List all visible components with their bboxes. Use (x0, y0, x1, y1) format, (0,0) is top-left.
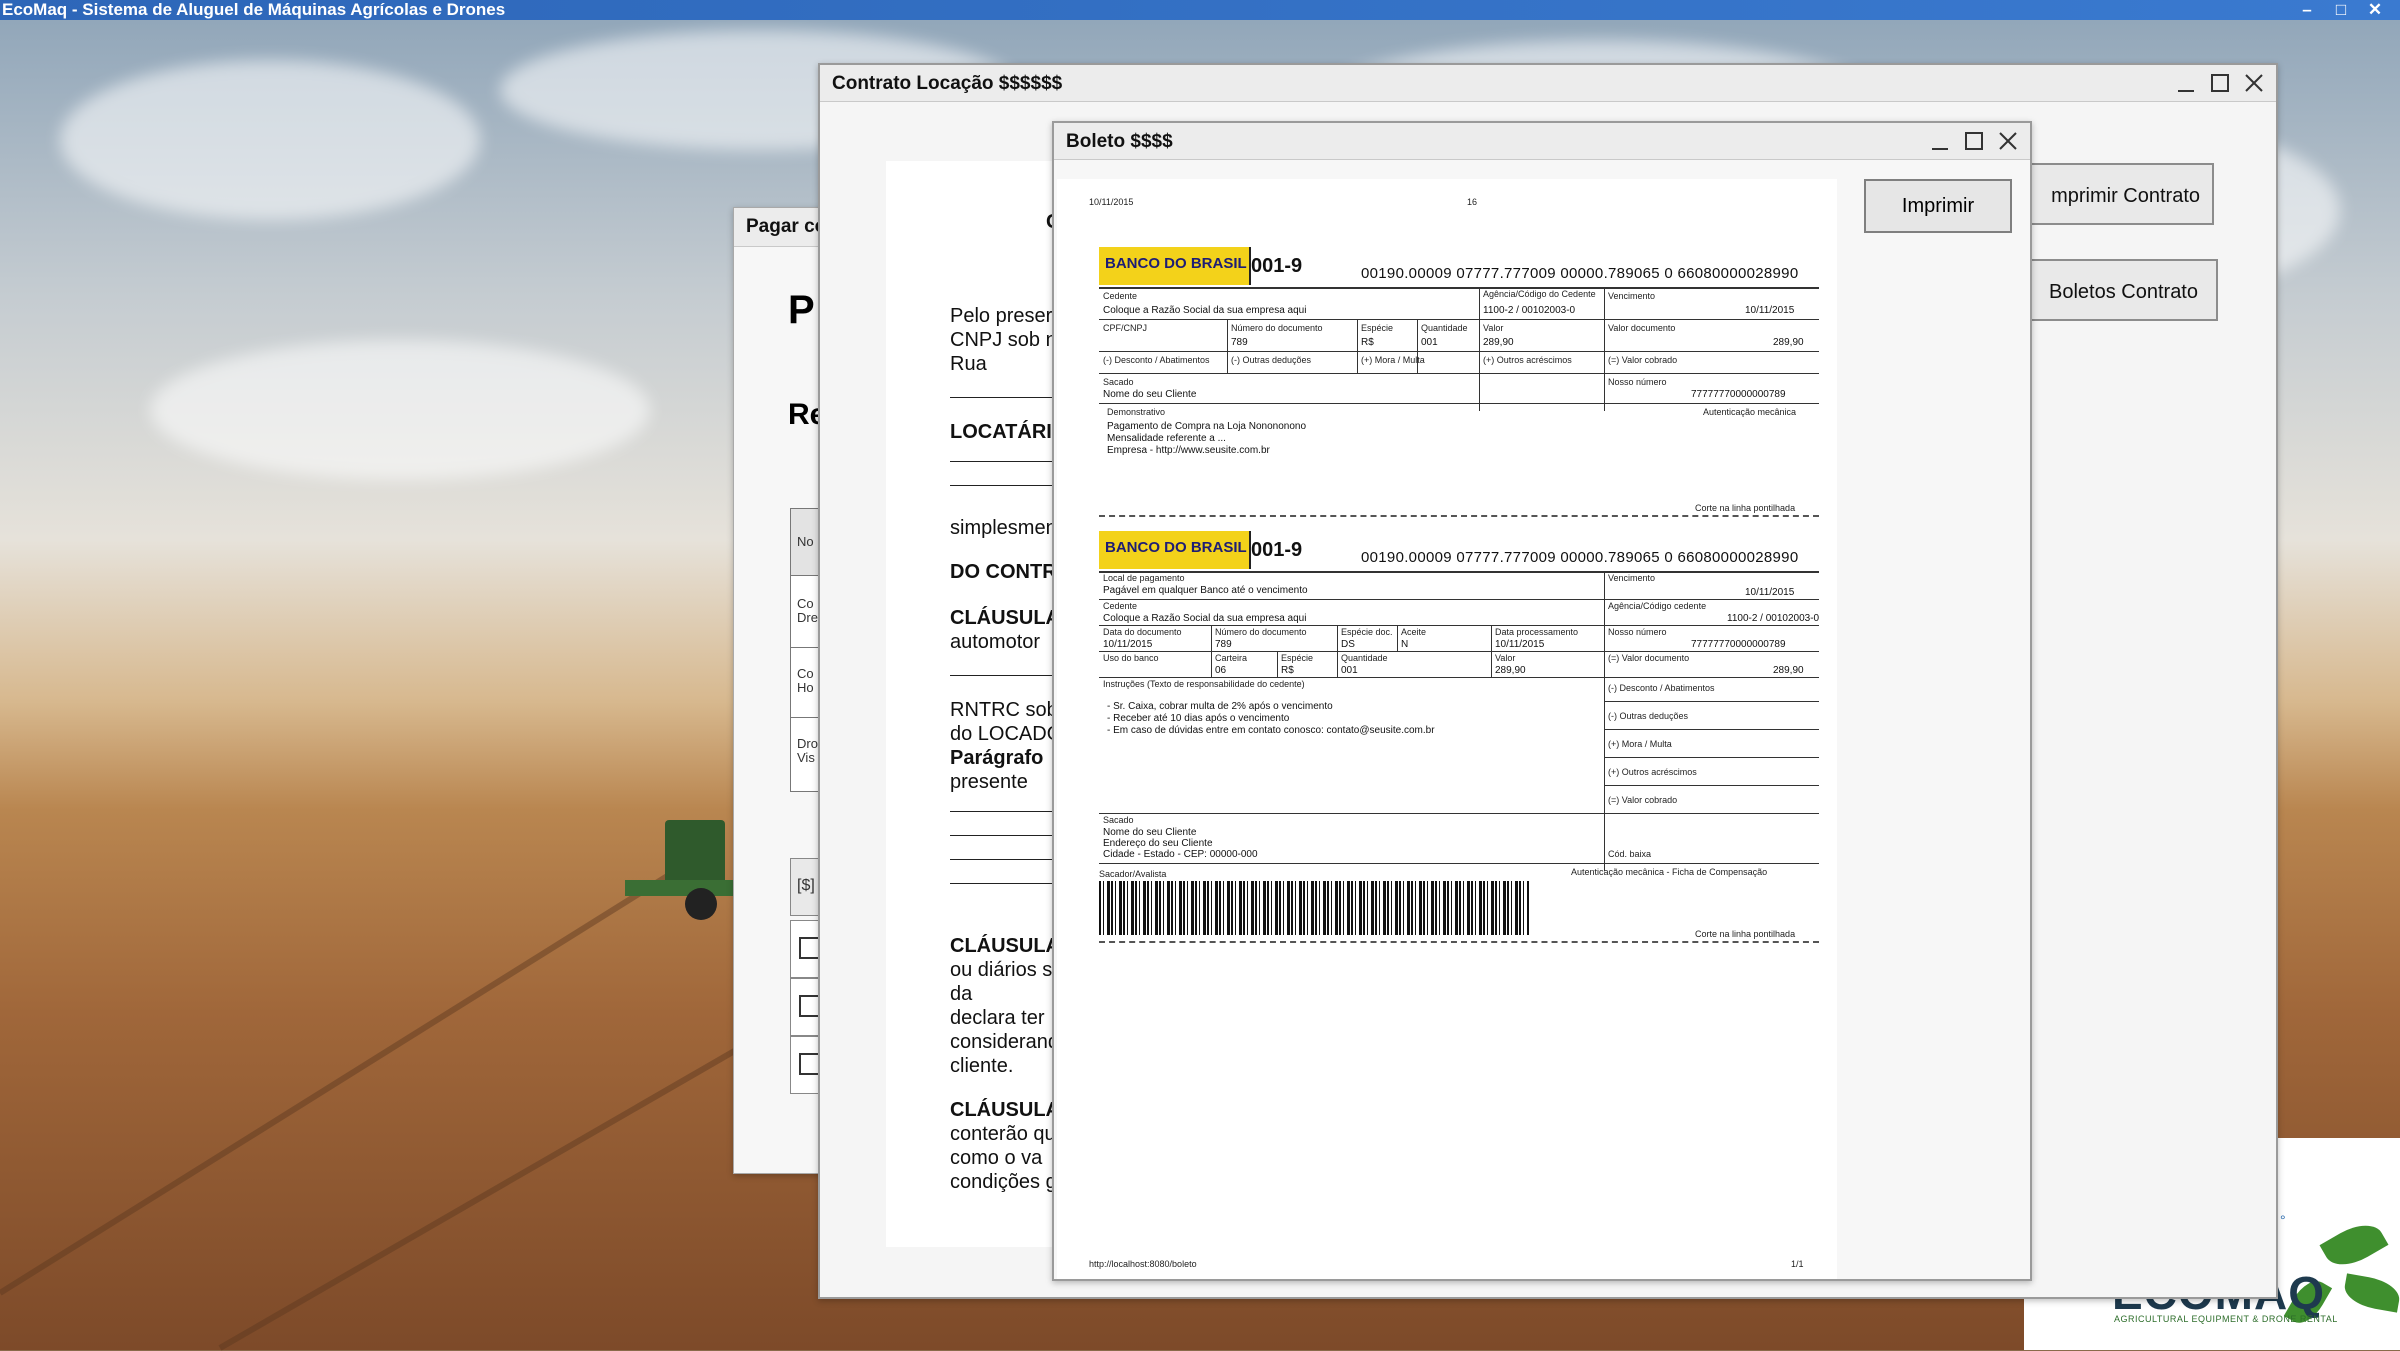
maximize-icon[interactable] (1960, 127, 1988, 155)
close-icon[interactable] (1994, 127, 2022, 155)
brand-tagline: AGRICULTURAL EQUIPMENT & DRONE RENTAL (2114, 1314, 2338, 1324)
contract-boletos-button[interactable]: Boletos Contrato (2000, 259, 2218, 321)
contrato-window-header: Contrato Locação $$$$$$ (820, 65, 2276, 102)
table-row[interactable]: Co Dre (797, 597, 818, 625)
bank-logo: BANCO DO BRASIL (1099, 531, 1251, 569)
maximize-icon[interactable]: □ (2328, 0, 2354, 20)
contrato-window-title: Contrato Locação $$$$$$ (832, 73, 1063, 94)
print-button[interactable]: Imprimir (1864, 179, 2012, 233)
table-row[interactable]: Dro Vis (797, 737, 818, 765)
digitable-line: 00190.00009 07777.777009 00000.789065 0 … (1361, 549, 1799, 566)
boleto-window-header: Boleto $$$$ (1054, 123, 2030, 160)
app-title: EcoMaq - Sistema de Aluguel de Máquinas … (2, 0, 506, 19)
barcode (1099, 881, 1529, 935)
close-icon[interactable] (2240, 69, 2268, 97)
app-titlebar: EcoMaq - Sistema de Aluguel de Máquinas … (0, 0, 2400, 20)
close-icon[interactable]: ✕ (2362, 0, 2388, 20)
pagar-window-title: Pagar co (746, 216, 827, 237)
minimize-icon[interactable] (2172, 69, 2200, 97)
bank-logo: BANCO DO BRASIL (1099, 247, 1251, 285)
harvester-image (625, 820, 735, 920)
minimize-icon[interactable] (1926, 127, 1954, 155)
table-row[interactable]: Co Ho (797, 667, 814, 695)
pagar-heading: P (788, 288, 815, 332)
bank-code: 001-9 (1251, 539, 1303, 561)
boleto-document: 10/11/2015 16 BANCO DO BRASIL 001-9 0019… (1057, 179, 1837, 1279)
maximize-icon[interactable] (2206, 69, 2234, 97)
digitable-line: 00190.00009 07777.777009 00000.789065 0 … (1361, 265, 1799, 282)
print-contract-button[interactable]: mprimir Contrato (2000, 163, 2214, 225)
boleto-window-title: Boleto $$$$ (1066, 131, 1173, 152)
boleto-compensation-slip: BANCO DO BRASIL 001-9 00190.00009 07777.… (1099, 531, 1819, 971)
boleto-receipt-slip: BANCO DO BRASIL 001-9 00190.00009 07777.… (1099, 247, 1819, 537)
bank-code: 001-9 (1251, 255, 1303, 277)
boleto-window: Boleto $$$$ Imprimir 10/11/2015 16 BANCO… (1052, 121, 2032, 1281)
minimize-icon[interactable]: – (2294, 0, 2320, 20)
